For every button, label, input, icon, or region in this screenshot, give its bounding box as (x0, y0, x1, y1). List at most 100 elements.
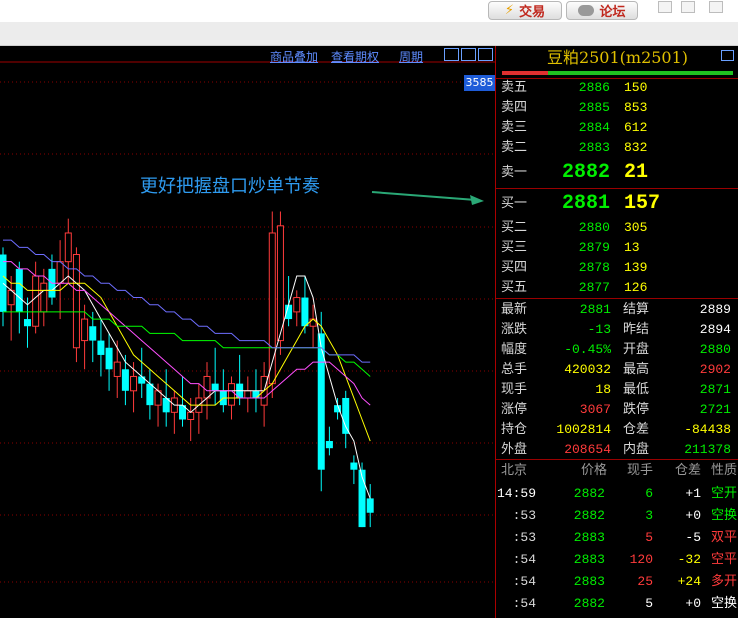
stat-value: 3067 (579, 402, 611, 417)
bid-row[interactable]: 买二 2880 305 (496, 218, 738, 238)
view-options-link[interactable]: 查看期权 (331, 48, 379, 65)
tick-row[interactable]: :53 2883 5 -5 双平 (496, 527, 738, 549)
panel-toggle-icon[interactable] (721, 50, 734, 61)
tick-type: 空平 (710, 552, 737, 567)
maximize-button[interactable] (681, 1, 695, 13)
tick-row[interactable]: :54 2883 25 +24 多开 (496, 571, 738, 593)
close-button[interactable] (709, 1, 723, 13)
tick-row[interactable]: :53 2882 3 +0 空换 (496, 505, 738, 527)
tick-volume: 120 (629, 552, 653, 567)
bid-level-label: 买一 (501, 196, 528, 211)
tick-oi-change: +24 (677, 574, 701, 589)
ask-volume: 150 (624, 80, 648, 95)
ask-level-label: 卖五 (501, 80, 528, 95)
tick-time: :54 (512, 596, 536, 611)
stat-value: 420032 (564, 362, 611, 377)
minimize-button[interactable] (658, 1, 672, 13)
tick-volume: 5 (645, 596, 653, 611)
ask-level-label: 卖四 (501, 100, 528, 115)
ask-row[interactable]: 卖五 2886 150 (496, 78, 738, 98)
candle-body-down (211, 383, 219, 391)
stat-label: 内盘 (623, 442, 650, 457)
ask-row[interactable]: 卖三 2884 612 (496, 118, 738, 138)
bid-row[interactable]: 买五 2877 126 (496, 278, 738, 298)
nav-right-icon[interactable] (461, 48, 476, 61)
candle-body-up (130, 375, 138, 392)
candle-body-down (252, 390, 260, 398)
bid-level-label: 买五 (501, 280, 528, 295)
tick-row[interactable]: :54 2882 5 +0 空换 (496, 593, 738, 615)
bid-price: 2877 (578, 280, 610, 295)
stats-row: 外盘 208654 内盘 211378 (496, 440, 738, 460)
stat-value: 2894 (699, 322, 731, 337)
tick-oi-change: -5 (685, 530, 701, 545)
tick-time: :53 (512, 530, 536, 545)
tick-price: 2882 (573, 596, 605, 611)
ma-line-ma5 (2, 275, 371, 499)
tick-header-cell: 北京 (501, 463, 528, 478)
stats-row: 现手 18 最低 2871 (496, 380, 738, 400)
kline-chart[interactable]: 商品叠加 查看期权 周期 3585 更好把握盘口炒单节奏 (0, 46, 495, 618)
nav-grid-icon[interactable] (478, 48, 493, 61)
stat-label: 总手 (501, 362, 528, 377)
stats-row: 持仓 1002814 仓差 -84438 (496, 420, 738, 440)
tick-header-cell: 仓差 (674, 463, 701, 478)
stats-row: 涨停 3067 跌停 2721 (496, 400, 738, 420)
ask-volume: 832 (624, 140, 648, 155)
tick-volume: 25 (637, 574, 653, 589)
tick-type: 空换 (710, 508, 737, 523)
bid-row[interactable]: 买四 2878 139 (496, 258, 738, 278)
tick-row[interactable]: 14:59 2882 6 +1 空开 (496, 483, 738, 505)
candle-body-up (56, 261, 64, 284)
tick-time: :54 (512, 552, 536, 567)
candle-body-down (89, 326, 97, 341)
tick-row[interactable]: :54 2883 120 -32 空平 (496, 549, 738, 571)
tick-price: 2883 (573, 530, 605, 545)
stat-value: -0.45% (564, 342, 611, 357)
stat-value: 2880 (699, 342, 731, 357)
ma-line-ma60 (3, 239, 371, 363)
candle-body-up (203, 375, 211, 399)
ask-row[interactable]: 卖一 2882 21 (496, 159, 738, 187)
nav-left-icon[interactable] (444, 48, 459, 61)
tick-oi-change: +1 (685, 486, 701, 501)
ask-row[interactable]: 卖二 2883 832 (496, 138, 738, 158)
chat-bubble-icon (578, 5, 595, 16)
ask-volume: 853 (624, 100, 648, 115)
period-link[interactable]: 周期 (399, 48, 423, 65)
candle-body-down (105, 347, 113, 370)
trade-button-label: 交易 (519, 5, 546, 20)
candle-body-down (138, 376, 146, 384)
overlay-product-link[interactable]: 商品叠加 (270, 48, 318, 65)
tick-type: 空开 (710, 486, 737, 501)
bid-ask-ratio-bar (502, 71, 733, 75)
chart-nav-buttons[interactable] (444, 48, 494, 62)
candle-body-up (32, 275, 40, 327)
stats-row: 涨跌 -13 昨结 2894 (496, 320, 738, 340)
bid-price: 2881 (561, 192, 610, 215)
tick-header-cell: 价格 (580, 463, 607, 478)
candle-body-up (187, 411, 195, 420)
stat-label: 持仓 (501, 422, 528, 437)
bid-row[interactable]: 买一 2881 157 (496, 190, 738, 218)
stat-value: 2881 (579, 302, 611, 317)
candle-body-up (113, 361, 121, 377)
bid-row[interactable]: 买三 2879 13 (496, 238, 738, 258)
bid-level-label: 买二 (501, 220, 528, 235)
ask-row[interactable]: 卖四 2885 853 (496, 98, 738, 118)
stat-value: 208654 (564, 442, 611, 457)
candle-body-down (366, 498, 374, 513)
ask-level-label: 卖三 (501, 120, 528, 135)
chart-annotation: 更好把握盘口炒单节奏 (140, 176, 320, 197)
candle-body-up (276, 225, 284, 342)
stats-row: 总手 420032 最高 2902 (496, 360, 738, 380)
kline-chart-canvas (0, 61, 495, 583)
tick-header-cell: 性质 (710, 463, 737, 478)
tick-oi-change: +0 (685, 508, 701, 523)
candle-body-up (227, 383, 235, 406)
toolbar (0, 22, 738, 46)
forum-button[interactable]: 论坛 (566, 1, 638, 20)
trade-button[interactable]: ⚡ 交易 (488, 1, 562, 20)
stat-label: 最新 (501, 302, 528, 317)
stats-row: 幅度 -0.45% 开盘 2880 (496, 340, 738, 360)
